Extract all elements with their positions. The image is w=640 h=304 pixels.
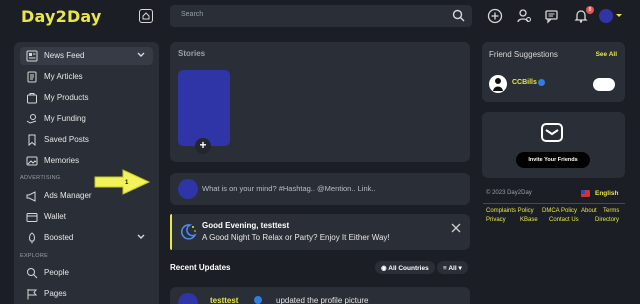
chevron-down-icon: ▾ [456, 265, 462, 272]
verified-icon [254, 296, 262, 304]
divider [483, 203, 625, 204]
story-tile[interactable] [178, 70, 230, 146]
add-story-button[interactable]: + [195, 138, 211, 154]
footer-link[interactable]: Complaints Policy [486, 208, 534, 214]
friend-suggestions-card: Friend Suggestions See All CCBills [482, 42, 625, 102]
top-bar: Day2Day Search 8 [0, 0, 640, 32]
annotation-arrow-icon [94, 169, 151, 195]
memories-icon [26, 156, 38, 166]
sidebar-item-my-funding[interactable]: My Funding [20, 110, 153, 128]
app-logo[interactable]: Day2Day [21, 7, 102, 26]
chevron-down-icon[interactable] [616, 14, 622, 17]
notification-badge: 8 [586, 6, 594, 14]
sidebar-item-label: Ads Manager [44, 191, 92, 200]
filter-all[interactable]: ≡ All ▾ [437, 261, 468, 274]
footer-link[interactable]: About [581, 208, 597, 214]
filter-label: All Countries [388, 265, 429, 272]
copyright: © 2023 Day2Day [486, 190, 532, 196]
envelope-icon [541, 123, 563, 142]
see-all-link[interactable]: See All [596, 51, 617, 58]
sidebar-item-pages[interactable]: Pages [20, 285, 153, 303]
sidebar-item-label: Wallet [44, 212, 66, 221]
sidebar-item-label: News Feed [44, 51, 85, 60]
language-selector[interactable]: English [595, 190, 618, 197]
megaphone-icon [26, 191, 36, 202]
footer-link[interactable]: Directory [595, 217, 619, 223]
add-friend-toggle[interactable] [593, 78, 615, 91]
wallet-icon [26, 213, 38, 222]
avatar[interactable] [599, 9, 613, 23]
messages-icon[interactable] [544, 8, 560, 24]
post-action: updated the profile picture [276, 296, 369, 304]
accent-bar [170, 214, 172, 250]
sidebar-item-label: My Articles [44, 72, 83, 81]
sidebar-item-label: Memories [44, 156, 80, 165]
newspaper-icon [26, 50, 38, 62]
invite-friends-button[interactable]: Invite Your Friends [516, 152, 590, 168]
friend-suggestions-title: Friend Suggestions [489, 50, 558, 59]
sidebar-item-label: My Products [44, 93, 89, 102]
sidebar-item-wallet[interactable]: Wallet [20, 208, 153, 226]
product-box-icon [27, 93, 37, 104]
rocket-icon [29, 232, 35, 244]
sidebar-item-people[interactable]: People [20, 264, 153, 282]
footer-link[interactable]: Contact Us [549, 217, 579, 223]
user-settings-icon[interactable] [516, 8, 532, 24]
section-heading-advertising: ADVERTISING [20, 175, 61, 181]
annotation-number: 1 [125, 180, 129, 186]
sidebar-item-my-products[interactable]: My Products [20, 89, 153, 107]
close-icon[interactable] [451, 223, 461, 233]
sidebar-item-label: My Funding [44, 114, 86, 123]
filter-all-countries[interactable]: ◉ All Countries [375, 261, 435, 274]
stories-card: Stories + [170, 42, 470, 162]
composer-input[interactable]: What is on your mind? #Hashtag.. @Mentio… [202, 184, 376, 193]
suggestion-name[interactable]: CCBills [512, 79, 537, 86]
greeting-card: Good Evening, testtest A Good Night To R… [170, 214, 470, 250]
article-icon [27, 71, 37, 83]
chevron-down-icon[interactable] [137, 52, 145, 58]
footer-link[interactable]: Terms [603, 208, 619, 214]
avatar [178, 179, 198, 199]
avatar[interactable] [178, 293, 198, 304]
search-input[interactable]: Search [181, 11, 203, 18]
search-bar[interactable]: Search [170, 5, 472, 27]
sidebar-item-label: Boosted [44, 233, 74, 242]
post-card: testtest updated the profile picture [170, 287, 470, 304]
sidebar-item-label: Saved Posts [44, 135, 89, 144]
search-icon[interactable] [452, 9, 465, 22]
sidebar-item-label: People [44, 268, 69, 277]
post-author[interactable]: testtest [210, 296, 238, 304]
people-search-icon [27, 268, 38, 279]
sidebar-item-news-feed[interactable]: News Feed [20, 47, 153, 65]
sidebar-item-my-articles[interactable]: My Articles [20, 68, 153, 86]
stories-title: Stories [178, 49, 206, 58]
sidebar-item-label: Pages [44, 289, 67, 298]
add-circle-icon[interactable] [487, 8, 503, 24]
home-icon[interactable] [139, 9, 153, 23]
greeting-subtitle: A Good Night To Relax or Party? Enjoy It… [202, 233, 390, 242]
bookmark-icon [28, 134, 36, 146]
invite-card: Invite Your Friends [482, 112, 625, 178]
us-flag-icon [581, 190, 590, 197]
sidebar-item-boosted[interactable]: Boosted [20, 229, 153, 247]
verified-icon [538, 79, 545, 86]
filter-label: All [448, 265, 457, 272]
section-heading-explore: EXPLORE [20, 253, 49, 259]
recent-updates-title: Recent Updates [170, 263, 231, 272]
footer-link[interactable]: Privacy [486, 217, 506, 223]
flag-icon [27, 289, 38, 300]
chevron-down-icon[interactable] [137, 234, 145, 240]
avatar[interactable] [489, 75, 507, 93]
moon-stars-icon [180, 224, 197, 240]
funding-icon [26, 114, 37, 124]
post-composer[interactable]: What is on your mind? #Hashtag.. @Mentio… [170, 173, 470, 205]
footer-link[interactable]: DMCA Policy [542, 208, 577, 214]
greeting-title: Good Evening, testtest [202, 221, 290, 230]
footer-link[interactable]: KBase [520, 217, 538, 223]
sidebar-item-saved-posts[interactable]: Saved Posts [20, 131, 153, 149]
